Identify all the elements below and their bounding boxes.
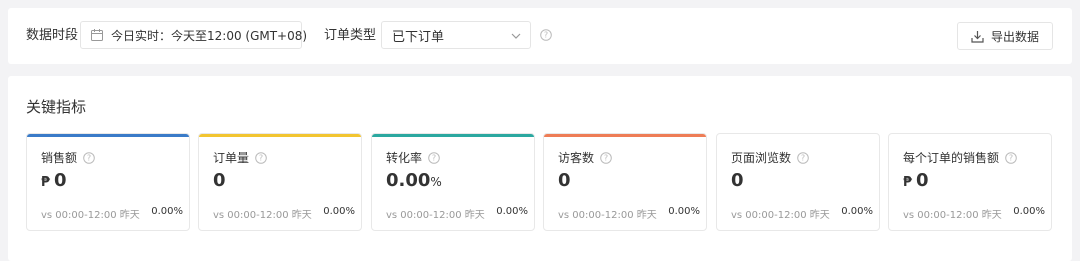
metric-comparison: vs 00:00-12:00 昨天 xyxy=(386,210,485,221)
metric-card[interactable]: 转化率? 0.00% vs 00:00-12:00 昨天 0.00% xyxy=(371,133,535,231)
svg-text:?: ? xyxy=(544,31,548,40)
metric-comparison: vs 00:00-12:00 昨天 xyxy=(558,210,657,221)
help-icon[interactable]: ? xyxy=(428,151,440,164)
metric-comparison: vs 00:00-12:00 昨天 xyxy=(903,210,1002,221)
svg-text:?: ? xyxy=(259,153,263,162)
metric-change: 0.00% xyxy=(1013,206,1045,217)
help-icon[interactable]: ? xyxy=(83,151,95,164)
currency-symbol: ₱ xyxy=(903,175,913,190)
metric-color-bar xyxy=(199,134,361,137)
period-label: 数据时段 xyxy=(26,28,79,43)
metric-change: 0.00% xyxy=(841,206,873,217)
download-icon xyxy=(971,30,984,43)
date-range-picker[interactable]: 今日实时：今天至12:00 (GMT+08) xyxy=(80,21,307,49)
metric-change: 0.00% xyxy=(496,206,528,217)
svg-text:?: ? xyxy=(87,153,91,162)
metric-unit: % xyxy=(430,175,442,189)
metric-change: 0.00% xyxy=(151,206,183,217)
date-range-value: 今日实时：今天至12:00 (GMT+08) xyxy=(111,28,308,43)
metric-color-bar xyxy=(372,134,534,137)
metric-color-bar xyxy=(27,134,189,137)
metric-label-row: 访客数? xyxy=(558,149,612,166)
help-icon[interactable]: ? xyxy=(540,29,552,41)
metric-label-row: 页面浏览数? xyxy=(731,149,809,166)
key-metrics-panel: 关键指标 销售额? ₱ 0 vs 00:00-12:00 昨天 0.00% 订单量? 0 vs… xyxy=(8,76,1072,261)
order-type-select[interactable]: 已下订单 xyxy=(381,21,531,49)
help-icon[interactable]: ? xyxy=(797,151,809,164)
metric-card[interactable]: 页面浏览数? 0 vs 00:00-12:00 昨天 0.00% xyxy=(716,133,880,231)
metric-label-row: 订单量? xyxy=(213,149,267,166)
metric-color-bar xyxy=(544,134,706,137)
metric-label: 访客数 xyxy=(558,151,595,165)
metric-label: 页面浏览数 xyxy=(731,151,792,165)
metric-value-row: 0.00% xyxy=(386,170,442,191)
metric-card[interactable]: 销售额? ₱ 0 vs 00:00-12:00 昨天 0.00% xyxy=(26,133,190,231)
order-type-value: 已下订单 xyxy=(392,29,445,45)
filter-bar: 数据时段 今日实时：今天至12:00 (GMT+08) 订单类型 已下订单 ? … xyxy=(8,8,1072,64)
metric-label: 销售额 xyxy=(41,151,78,165)
metric-value: 0 xyxy=(916,170,929,191)
svg-text:?: ? xyxy=(1009,153,1013,162)
currency-symbol: ₱ xyxy=(41,175,51,190)
metric-value-row: ₱ 0 xyxy=(41,170,67,191)
svg-text:?: ? xyxy=(432,153,436,162)
metric-label: 订单量 xyxy=(213,151,250,165)
order-type-label: 订单类型 xyxy=(324,28,377,43)
calendar-icon xyxy=(91,29,103,41)
panel-title: 关键指标 xyxy=(26,98,87,116)
metric-label-row: 每个订单的销售额? xyxy=(903,149,1017,166)
chevron-down-icon xyxy=(511,33,521,39)
metric-label: 每个订单的销售额 xyxy=(903,151,1000,165)
metric-comparison: vs 00:00-12:00 昨天 xyxy=(731,210,830,221)
metric-comparison: vs 00:00-12:00 昨天 xyxy=(41,210,140,221)
metric-value: 0.00 xyxy=(386,170,431,191)
metric-comparison: vs 00:00-12:00 昨天 xyxy=(213,210,312,221)
export-data-label: 导出数据 xyxy=(990,29,1039,44)
metric-value-row: ₱ 0 xyxy=(903,170,929,191)
metric-value-row: 0 xyxy=(213,170,226,191)
metric-change: 0.00% xyxy=(668,206,700,217)
export-data-button[interactable]: 导出数据 xyxy=(957,22,1053,50)
svg-text:?: ? xyxy=(801,153,805,162)
metric-card[interactable]: 访客数? 0 vs 00:00-12:00 昨天 0.00% xyxy=(543,133,707,231)
metric-label-row: 转化率? xyxy=(386,149,440,166)
metric-value-row: 0 xyxy=(731,170,744,191)
metric-value: 0 xyxy=(731,170,744,191)
metric-value: 0 xyxy=(54,170,67,191)
help-icon[interactable]: ? xyxy=(1005,151,1017,164)
metric-value: 0 xyxy=(213,170,226,191)
metric-card[interactable]: 订单量? 0 vs 00:00-12:00 昨天 0.00% xyxy=(198,133,362,231)
metric-label: 转化率 xyxy=(386,151,423,165)
metric-value-row: 0 xyxy=(558,170,571,191)
help-icon[interactable]: ? xyxy=(600,151,612,164)
help-icon[interactable]: ? xyxy=(255,151,267,164)
metric-value: 0 xyxy=(558,170,571,191)
metric-card[interactable]: 每个订单的销售额? ₱ 0 vs 00:00-12:00 昨天 0.00% xyxy=(888,133,1052,231)
metric-label-row: 销售额? xyxy=(41,149,95,166)
svg-text:?: ? xyxy=(604,153,608,162)
metric-change: 0.00% xyxy=(323,206,355,217)
